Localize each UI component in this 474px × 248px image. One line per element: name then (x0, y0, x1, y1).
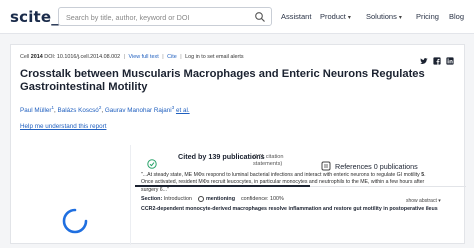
doi-text: DOI: 10.1016/j.cell.2014.08.002 (44, 54, 121, 60)
article-title: Crosstalk between Muscularis Macrophages… (20, 68, 425, 93)
citation-snippet: "...At steady state, ME MΦs respond to l… (141, 172, 426, 193)
journal-name: Cell (20, 54, 30, 60)
help-understand-report-link[interactable]: Help me understand this report (20, 123, 106, 130)
facebook-icon[interactable] (433, 52, 441, 65)
chevron-down-icon: ▾ (438, 198, 441, 204)
citation-statements-count: (171 citation statements) (253, 154, 284, 167)
top-navigation-bar: scite_ Assistant Product▾ Solutions▾ Pri… (0, 0, 474, 34)
mentioning-badge: mentioning (197, 196, 235, 202)
search-box[interactable] (58, 7, 272, 26)
nav-blog[interactable]: Blog (449, 12, 464, 21)
search-icon[interactable] (254, 11, 266, 23)
article-card: Cell 2014 DOI: 10.1016/j.cell.2014.08.00… (10, 44, 466, 245)
left-panel (11, 145, 131, 245)
author-link[interactable]: Paul Müller1 (20, 105, 54, 114)
author-link[interactable]: Gaurav Manohar Rajani3 (105, 105, 174, 114)
section-value: Introduction (163, 196, 192, 202)
separator: | (180, 54, 182, 60)
scite-logo[interactable]: scite_ (10, 8, 59, 26)
view-full-text-link[interactable]: View full text (129, 54, 159, 60)
citation-meta-row: Section: Introduction mentioning confide… (141, 196, 284, 202)
show-abstract-toggle[interactable]: show abstract ▾ (406, 198, 441, 204)
nav-assistant[interactable]: Assistant (281, 12, 311, 21)
author-list: Paul Müller1, Balázs Koscsó2, Gaurav Man… (20, 105, 190, 115)
social-share (420, 52, 454, 65)
chevron-down-icon: ▾ (398, 15, 402, 21)
nav-solutions[interactable]: Solutions ▾ (366, 12, 402, 21)
references-label: References 0 publications (335, 162, 418, 171)
article-meta: Cell 2014 DOI: 10.1016/j.cell.2014.08.00… (20, 54, 244, 60)
citing-publication-title[interactable]: CCR2-dependent monocyte-derived macropha… (141, 206, 446, 213)
et-al-link[interactable]: et al. (176, 107, 190, 114)
author-link[interactable]: Balázs Koscsó2 (58, 105, 102, 114)
nav-product[interactable]: Product ▾ (320, 12, 351, 21)
nav-pricing[interactable]: Pricing (416, 12, 439, 21)
chevron-down-icon: ▾ (347, 15, 351, 21)
search-input[interactable] (66, 10, 246, 24)
section-label: Section: (141, 196, 163, 202)
separator: | (123, 54, 126, 60)
email-alerts-text[interactable]: Log in to set email alerts (185, 54, 243, 60)
cited-by-icon (147, 159, 157, 169)
publication-year: 2014 (30, 54, 43, 60)
confidence-text: confidence: 100% (240, 196, 284, 202)
cite-link[interactable]: Cite (167, 54, 177, 60)
linkedin-icon[interactable] (446, 52, 454, 65)
mentioning-icon (197, 196, 204, 202)
loading-spinner-icon (62, 208, 88, 234)
separator: | (162, 54, 164, 60)
references-icon (321, 161, 331, 171)
twitter-icon[interactable] (420, 52, 428, 64)
